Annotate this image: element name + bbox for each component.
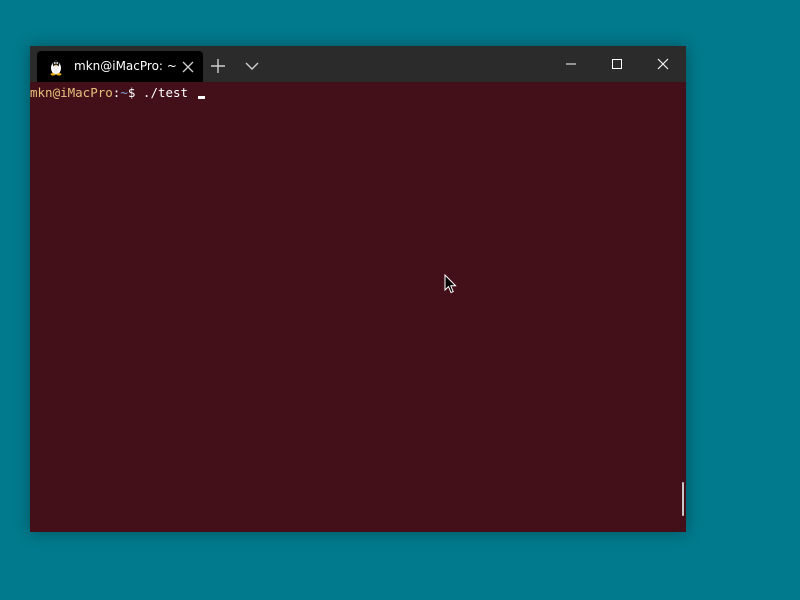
maximize-button[interactable] (594, 46, 640, 82)
chevron-down-icon[interactable] (240, 54, 264, 78)
scrollbar-thumb[interactable] (682, 482, 684, 516)
command-text: ./test (142, 85, 189, 100)
terminal-output[interactable]: mkn@iMacPro:~$ ./test (30, 82, 686, 532)
prompt-line: mkn@iMacPro:~$ ./test (30, 85, 205, 101)
plus-icon[interactable] (206, 54, 230, 78)
terminal-window: mkn@iMacPro: ~ mkn@iMacPro:~$ ./test (30, 46, 686, 532)
prompt-user-host: mkn@iMacPro (30, 85, 113, 100)
minimize-icon (566, 63, 576, 65)
tab-title: mkn@iMacPro: ~ (74, 59, 177, 73)
title-bar[interactable]: mkn@iMacPro: ~ (30, 46, 686, 82)
close-icon (657, 58, 669, 70)
prompt-symbol: $ (127, 85, 143, 100)
tux-linux-icon (50, 60, 62, 76)
close-icon[interactable] (181, 60, 195, 74)
tab-terminal[interactable]: mkn@iMacPro: ~ (37, 51, 203, 82)
text-cursor (197, 96, 205, 99)
prompt-path: ~ (120, 85, 128, 100)
close-window-button[interactable] (640, 46, 686, 82)
mouse-pointer-icon (444, 274, 457, 294)
minimize-button[interactable] (548, 46, 594, 82)
maximize-icon (612, 59, 622, 69)
